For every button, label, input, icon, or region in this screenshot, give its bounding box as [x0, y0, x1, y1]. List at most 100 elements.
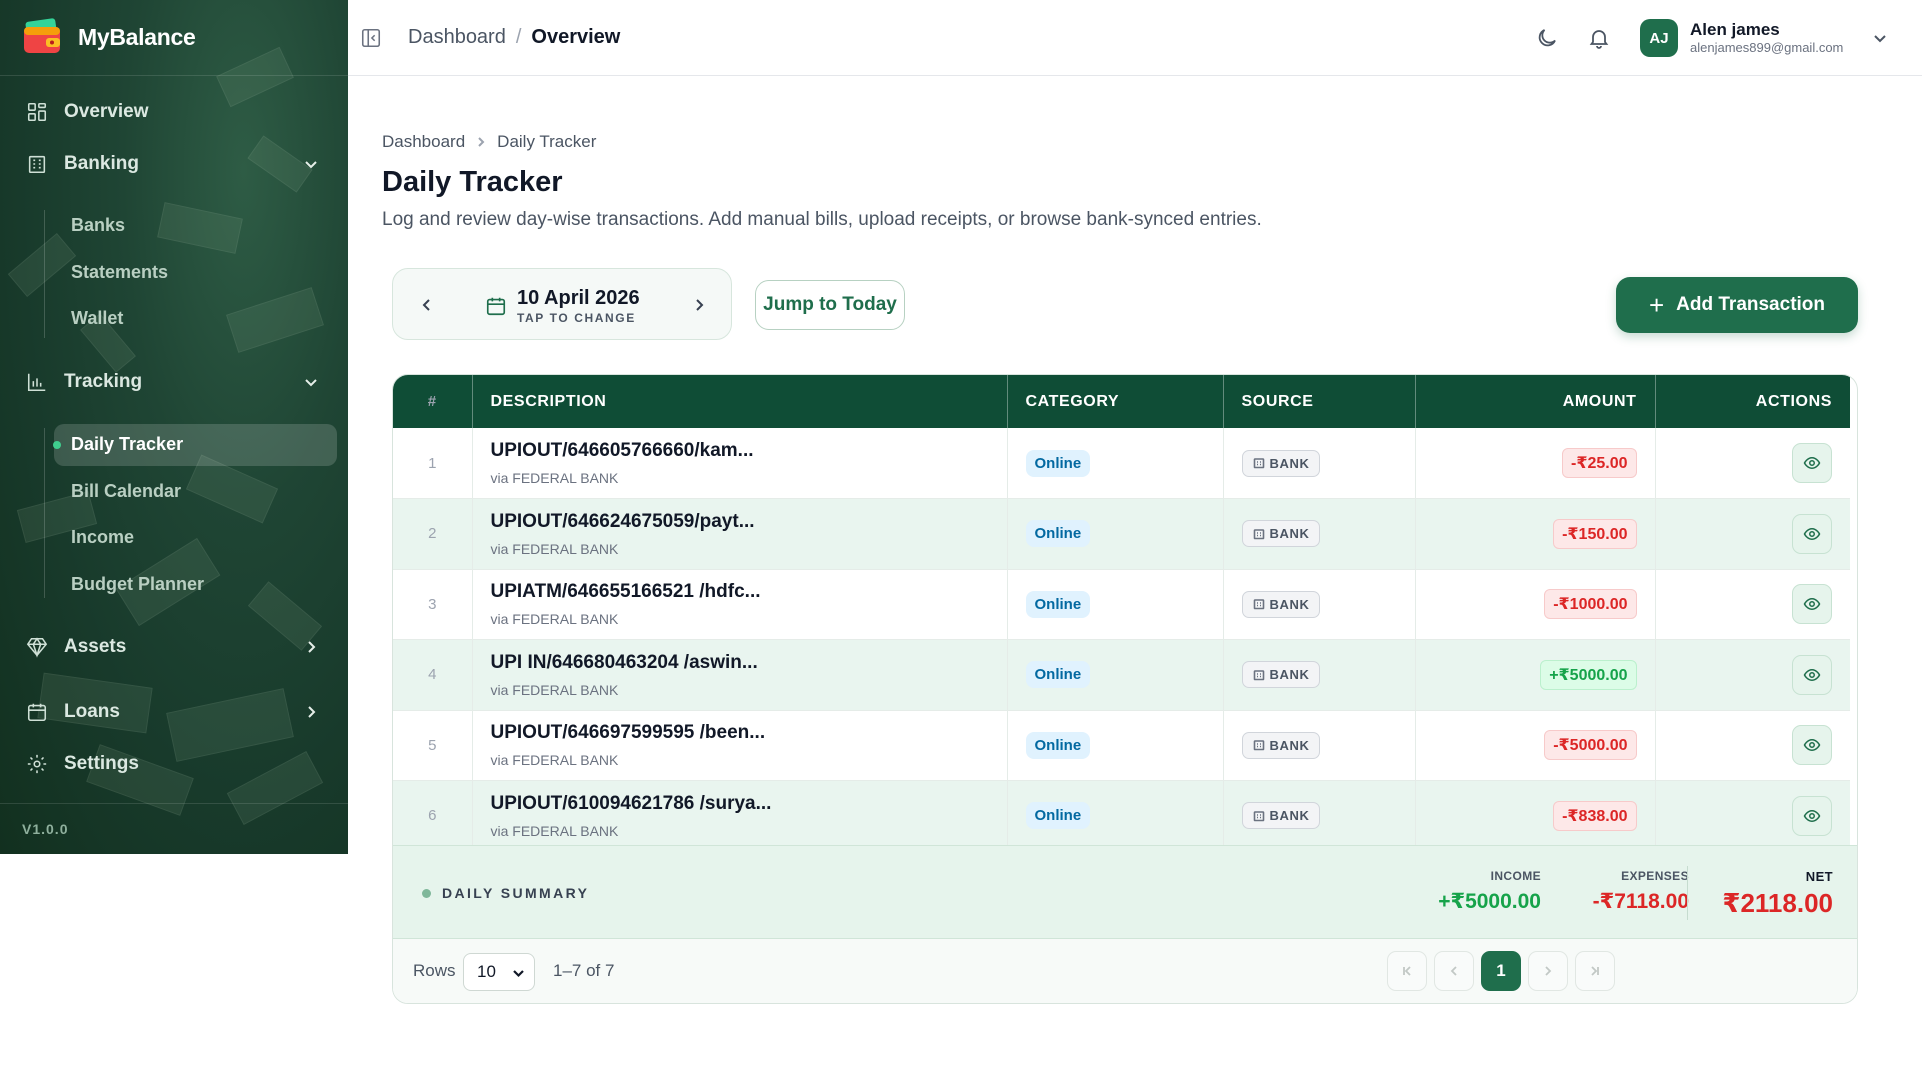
chevron-down-icon[interactable]	[1872, 30, 1888, 46]
transaction-source-bank: via FEDERAL BANK	[490, 470, 619, 486]
first-page-button[interactable]	[1387, 951, 1427, 991]
bank-icon	[1253, 528, 1264, 540]
description-cell: UPI IN/646680463204 /aswin... via FEDERAL…	[472, 639, 1008, 711]
calendar-icon	[27, 703, 47, 722]
chevron-left-icon[interactable]	[418, 296, 436, 314]
chevron-right-icon	[478, 137, 485, 147]
transaction-source-bank: via FEDERAL BANK	[490, 681, 619, 698]
category-badge: Online	[1025, 731, 1091, 759]
view-button[interactable]	[1792, 513, 1832, 554]
category-badge: Online	[1025, 661, 1091, 689]
amount-badge: -₹838.00	[1553, 800, 1637, 831]
sidebar-item-settings[interactable]: Settings	[26, 753, 139, 775]
breadcrumb-link[interactable]: Dashboard	[408, 26, 506, 49]
view-button[interactable]	[1792, 584, 1832, 625]
sidebar-item-label: Banking	[64, 153, 139, 174]
actions-cell	[1655, 498, 1850, 570]
chevron-right-icon[interactable]	[690, 296, 708, 314]
bank-icon	[1253, 669, 1264, 681]
rows-per-page-select[interactable]: 10	[463, 953, 535, 991]
sidebar-item-daily-tracker[interactable]: Daily Tracker	[71, 434, 183, 455]
sidebar-item-label: Tracking	[64, 371, 143, 392]
description-cell: UPIOUT/646697599595 /been... via FEDERAL …	[472, 710, 1008, 781]
add-transaction-button[interactable]: + Add Transaction	[1616, 277, 1858, 333]
chevron-down-icon[interactable]	[304, 375, 318, 389]
table-row: 6 UPIOUT/610094621786 /surya... via FEDERA…	[393, 780, 1850, 852]
selected-date[interactable]: 10 April 2026	[517, 287, 640, 310]
summary-net: NET ₹2118.00	[1722, 869, 1833, 919]
source-label: BANK	[1269, 808, 1310, 824]
sidebar-item-banks[interactable]: Banks	[71, 215, 125, 236]
sidebar-item-bill-calendar[interactable]: Bill Calendar	[71, 481, 181, 502]
chevron-right-icon[interactable]	[304, 705, 318, 719]
sidebar-item-banking[interactable]: Banking	[26, 153, 139, 175]
prev-page-button[interactable]	[1434, 951, 1474, 991]
sidebar-item-statements[interactable]: Statements	[71, 262, 168, 283]
category-badge: Online	[1025, 449, 1091, 477]
source-badge: BANK	[1241, 731, 1321, 759]
category-cell: Online	[1007, 498, 1224, 570]
breadcrumb-separator: /	[515, 26, 522, 48]
view-button[interactable]	[1792, 725, 1832, 766]
brand[interactable]: MyBalance	[22, 16, 196, 58]
column-header: SOURCE	[1223, 375, 1416, 428]
table-row: 1 UPIOUT/646605766660/kam... via FEDERAL B…	[393, 428, 1850, 499]
sidebar-item-income[interactable]: Income	[71, 527, 134, 548]
income-value: +₹5000.00	[1438, 890, 1541, 913]
page-button-current[interactable]: 1	[1481, 951, 1521, 991]
row-number: 4	[393, 639, 473, 711]
source-badge: BANK	[1241, 802, 1321, 830]
sidebar-item-overview[interactable]: Overview	[26, 101, 149, 123]
date-hint: TAP TO CHANGE	[517, 311, 636, 325]
diamond-icon	[26, 637, 48, 658]
amount-cell: -₹5000.00	[1415, 710, 1656, 781]
moon-icon[interactable]	[1535, 26, 1559, 50]
bell-icon[interactable]	[1587, 26, 1611, 50]
daily-summary: DAILY SUMMARY INCOME +₹5000.00 EXPENSES …	[393, 845, 1857, 939]
chevron-down-icon[interactable]	[304, 157, 318, 171]
sidebar-divider	[0, 75, 348, 76]
chevron-right-icon[interactable]	[304, 640, 318, 654]
row-number: 5	[393, 710, 473, 781]
source-cell: BANK	[1223, 639, 1416, 711]
sidebar-toggle-icon[interactable]	[360, 27, 382, 49]
submenu-line	[44, 210, 45, 338]
actions-cell	[1655, 428, 1850, 499]
source-cell: BANK	[1223, 710, 1416, 781]
category-badge: Online	[1025, 590, 1091, 618]
last-page-button[interactable]	[1575, 951, 1615, 991]
transaction-source-bank: via FEDERAL BANK	[490, 611, 619, 628]
eye-icon	[1803, 668, 1821, 681]
expenses-label: EXPENSES	[1621, 869, 1689, 883]
avatar[interactable]: AJ	[1640, 19, 1678, 57]
sidebar: MyBalance Overview Banking Banks Stateme…	[0, 0, 348, 854]
view-button[interactable]	[1792, 795, 1832, 836]
jump-to-today-button[interactable]: Jump to Today	[755, 280, 905, 330]
column-header: CATEGORY	[1007, 375, 1224, 428]
date-picker[interactable]: 10 April 2026 TAP TO CHANGE	[392, 268, 732, 340]
row-number: 3	[393, 569, 473, 640]
sidebar-item-assets[interactable]: Assets	[26, 636, 126, 658]
summary-divider	[1687, 866, 1688, 920]
view-button[interactable]	[1792, 654, 1832, 695]
sidebar-item-tracking[interactable]: Tracking	[26, 371, 142, 393]
category-badge: Online	[1025, 802, 1091, 830]
amount-badge: -₹1000.00	[1544, 589, 1637, 620]
range-text: 1–7 of 7	[553, 961, 615, 980]
user-email: alenjames899@gmail.com	[1690, 40, 1844, 55]
sidebar-item-budget-planner[interactable]: Budget Planner	[71, 574, 204, 595]
sidebar-item-loans[interactable]: Loans	[26, 701, 120, 723]
bar-chart-icon	[27, 373, 46, 392]
add-transaction-label: Add Transaction	[1676, 294, 1826, 315]
next-page-button[interactable]	[1528, 951, 1568, 991]
column-header: ACTIONS	[1755, 392, 1832, 410]
view-button[interactable]	[1792, 443, 1832, 483]
amount-cell: -₹1000.00	[1415, 569, 1656, 640]
sidebar-item-label: Assets	[64, 636, 127, 657]
chevron-right-icon	[1545, 966, 1552, 976]
eye-icon	[1803, 527, 1821, 540]
breadcrumb-link[interactable]: Dashboard	[382, 132, 465, 152]
plus-icon: +	[1648, 290, 1665, 320]
sidebar-divider	[0, 803, 348, 804]
sidebar-item-wallet[interactable]: Wallet	[71, 308, 123, 329]
